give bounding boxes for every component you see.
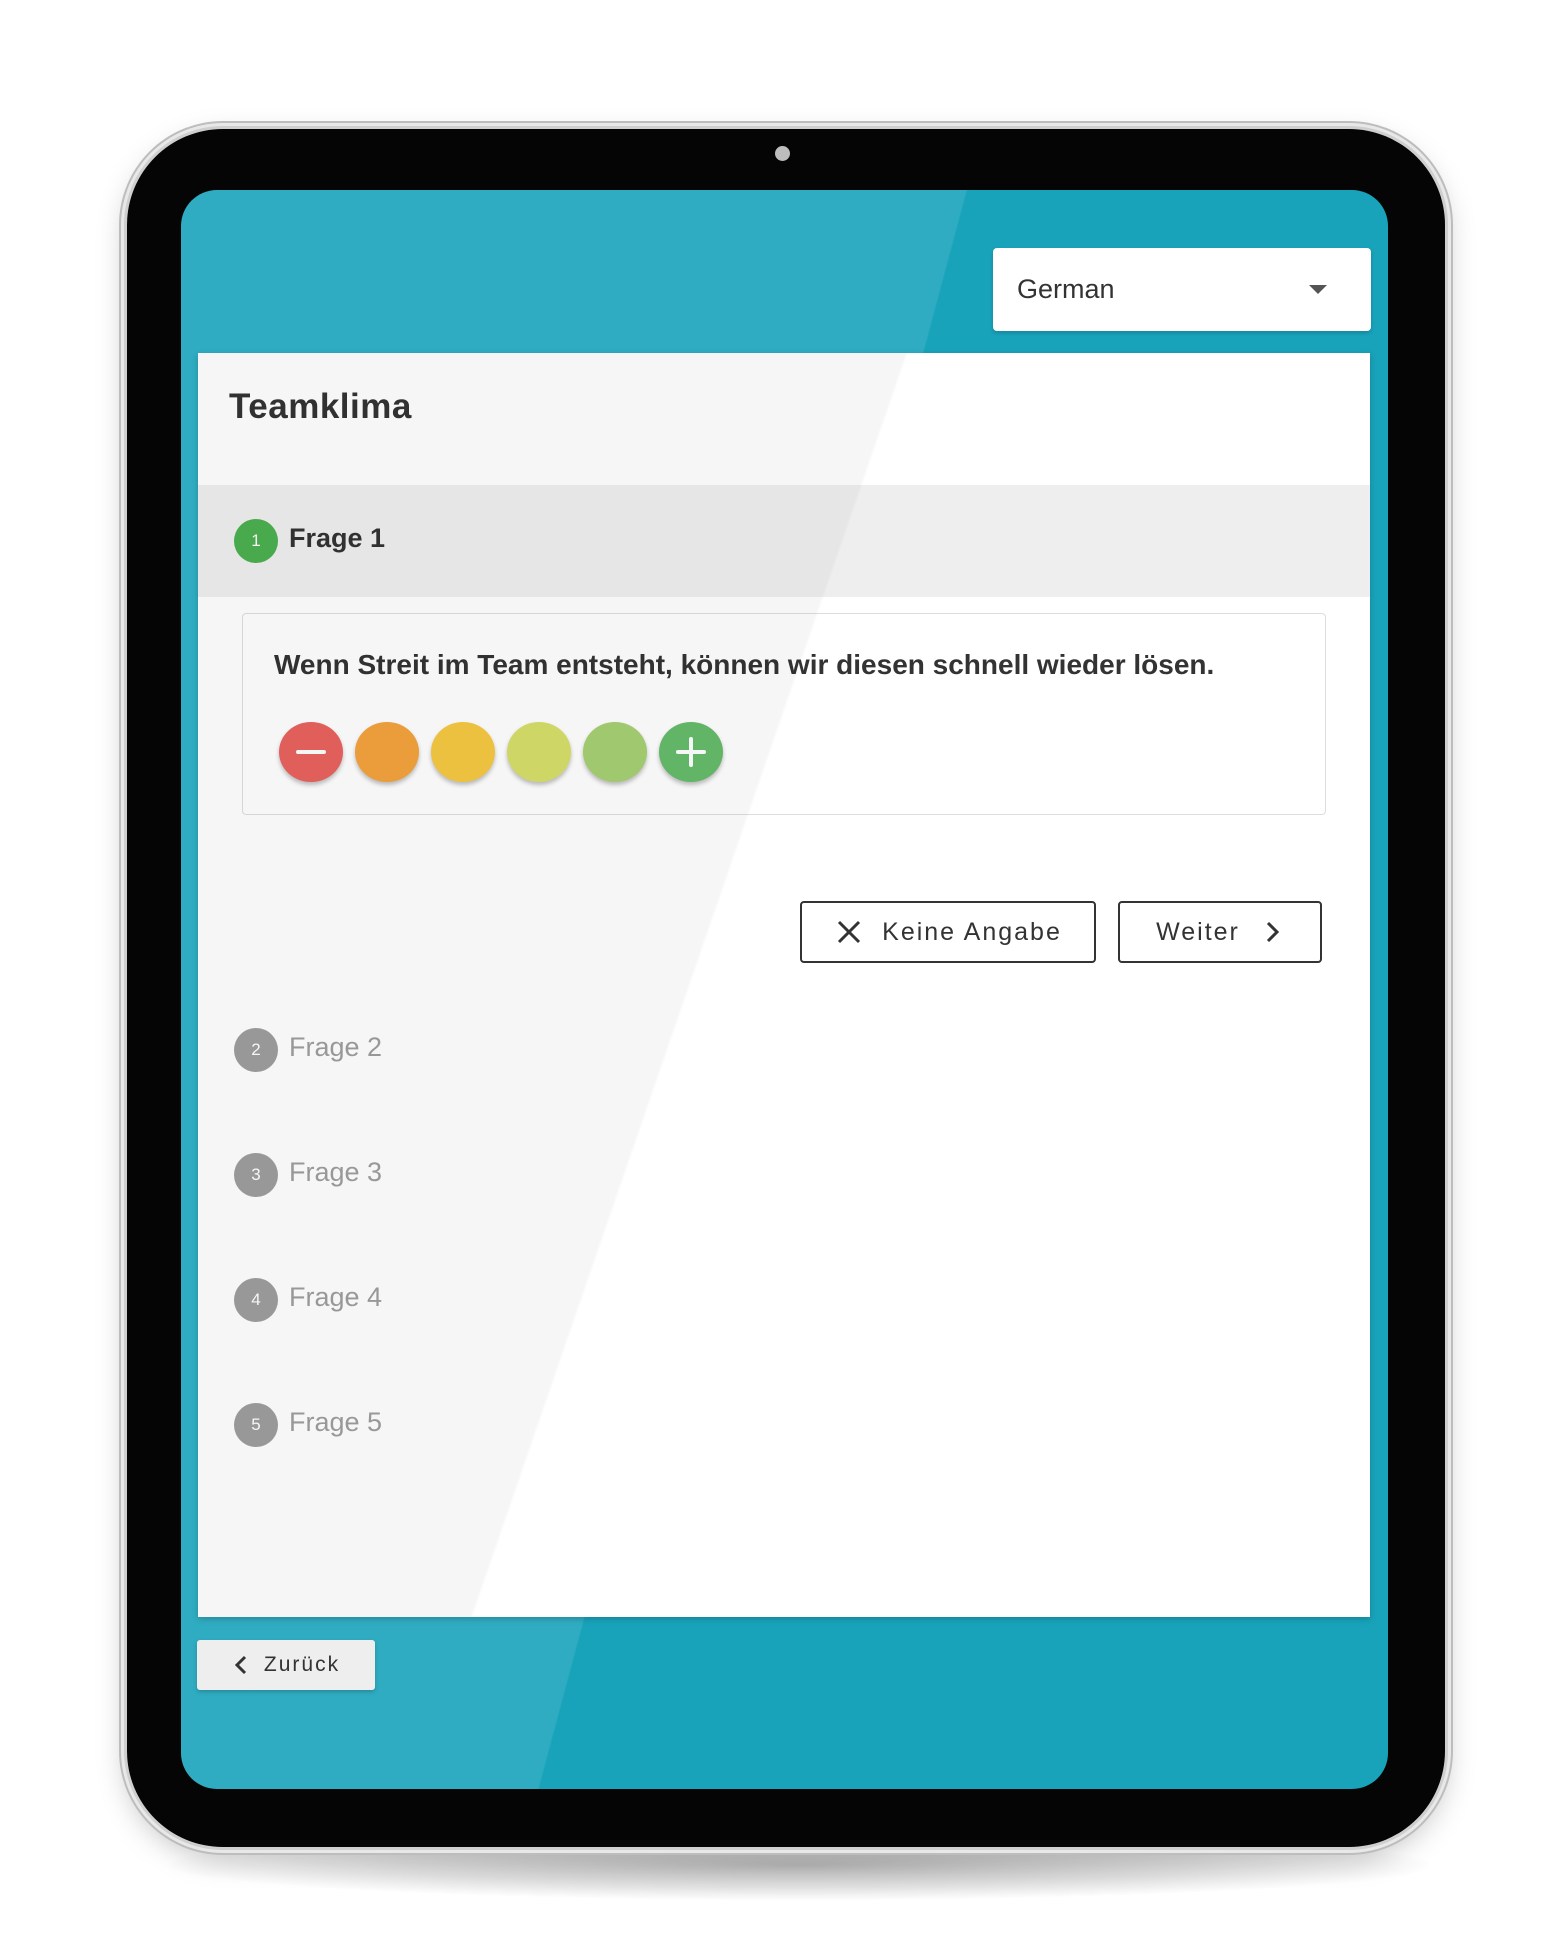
next-button-label: Weiter bbox=[1156, 917, 1240, 946]
step-label: Frage 2 bbox=[289, 1032, 383, 1062]
language-select[interactable]: German bbox=[993, 248, 1371, 331]
skip-button[interactable]: Keine Angabe bbox=[800, 901, 1096, 963]
rating-option-6[interactable] bbox=[659, 722, 723, 782]
step-label: Frage 4 bbox=[289, 1282, 383, 1312]
back-button-label: Zurück bbox=[263, 1653, 341, 1676]
question-panel: Wenn Streit im Team entsteht, können wir… bbox=[242, 613, 1326, 815]
step-number-badge: 3 bbox=[234, 1153, 278, 1197]
survey-title: Teamklima bbox=[229, 387, 412, 426]
step-label: Frage 5 bbox=[289, 1407, 383, 1437]
chevron-right-icon bbox=[1266, 921, 1280, 943]
close-icon bbox=[838, 920, 861, 944]
camera-dot bbox=[775, 146, 790, 161]
tablet-frame: German Teamklima 1 Frage 1 Wenn Streit i… bbox=[127, 129, 1445, 1847]
rating-option-2[interactable] bbox=[355, 722, 419, 782]
minus-icon bbox=[296, 750, 326, 754]
step-number-badge: 4 bbox=[234, 1278, 278, 1322]
step-number-badge: 2 bbox=[234, 1028, 278, 1072]
rating-option-1[interactable] bbox=[279, 722, 343, 782]
rating-option-4[interactable] bbox=[507, 722, 571, 782]
language-select-value: German bbox=[1017, 274, 1115, 304]
plus-icon bbox=[676, 737, 706, 767]
rating-option-5[interactable] bbox=[583, 722, 647, 782]
next-button[interactable]: Weiter bbox=[1118, 901, 1322, 963]
question-text: Wenn Streit im Team entsteht, können wir… bbox=[274, 649, 1215, 680]
step-number-badge: 5 bbox=[234, 1403, 278, 1447]
stage: German Teamklima 1 Frage 1 Wenn Streit i… bbox=[0, 0, 1562, 1952]
chevron-down-icon bbox=[1309, 285, 1327, 294]
back-button[interactable]: Zurück bbox=[197, 1640, 375, 1690]
step-label: Frage 3 bbox=[289, 1157, 383, 1187]
step-number-badge: 1 bbox=[234, 519, 278, 563]
survey-card: Teamklima 1 Frage 1 Wenn Streit im Team … bbox=[198, 353, 1370, 1617]
chevron-left-icon bbox=[234, 1655, 246, 1675]
app-screen: German Teamklima 1 Frage 1 Wenn Streit i… bbox=[181, 190, 1388, 1789]
skip-button-label: Keine Angabe bbox=[882, 917, 1062, 946]
rating-scale bbox=[279, 722, 735, 782]
step-label: Frage 1 bbox=[289, 523, 386, 553]
step-header-active[interactable]: 1 Frage 1 bbox=[198, 485, 1370, 597]
rating-option-3[interactable] bbox=[431, 722, 495, 782]
